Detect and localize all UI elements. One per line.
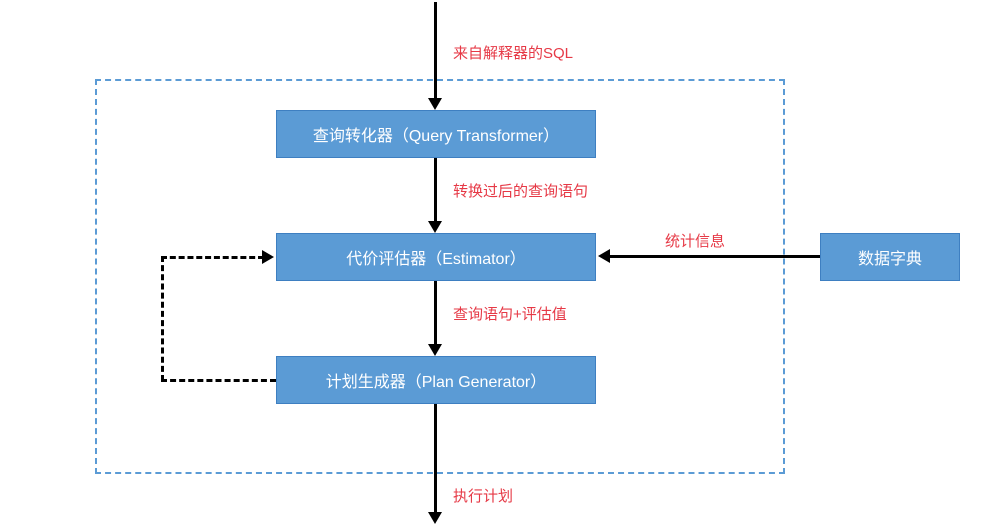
feedback-line-1 <box>161 379 276 382</box>
stats-arrow-head <box>598 249 610 263</box>
arrow2-head <box>428 221 442 233</box>
query-estimate-label: 查询语句+评估值 <box>453 303 567 324</box>
stats-arrow-line <box>609 255 820 258</box>
output-arrow-head <box>428 512 442 524</box>
feedback-line-2 <box>161 256 164 381</box>
estimator-text: 代价评估器（Estimator） <box>346 245 526 269</box>
feedback-line-3 <box>161 256 264 259</box>
input-arrow-line <box>434 2 437 100</box>
arrow2-line <box>434 158 437 223</box>
feedback-arrow-head <box>262 250 274 264</box>
plan-generator-text: 计划生成器（Plan Generator） <box>326 368 547 392</box>
execution-plan-label: 执行计划 <box>453 485 513 506</box>
input-arrow-head <box>428 98 442 110</box>
arrow3-line <box>434 281 437 346</box>
query-transformer-box: 查询转化器（Query Transformer） <box>276 110 596 158</box>
input-label: 来自解释器的SQL <box>453 42 573 63</box>
query-transformer-text: 查询转化器（Query Transformer） <box>313 122 559 146</box>
data-dictionary-text: 数据字典 <box>858 245 922 269</box>
output-arrow-line <box>434 404 437 514</box>
transformed-query-label: 转换过后的查询语句 <box>453 180 588 201</box>
data-dictionary-box: 数据字典 <box>820 233 960 281</box>
stats-info-label: 统计信息 <box>665 230 725 251</box>
arrow3-head <box>428 344 442 356</box>
estimator-box: 代价评估器（Estimator） <box>276 233 596 281</box>
plan-generator-box: 计划生成器（Plan Generator） <box>276 356 596 404</box>
